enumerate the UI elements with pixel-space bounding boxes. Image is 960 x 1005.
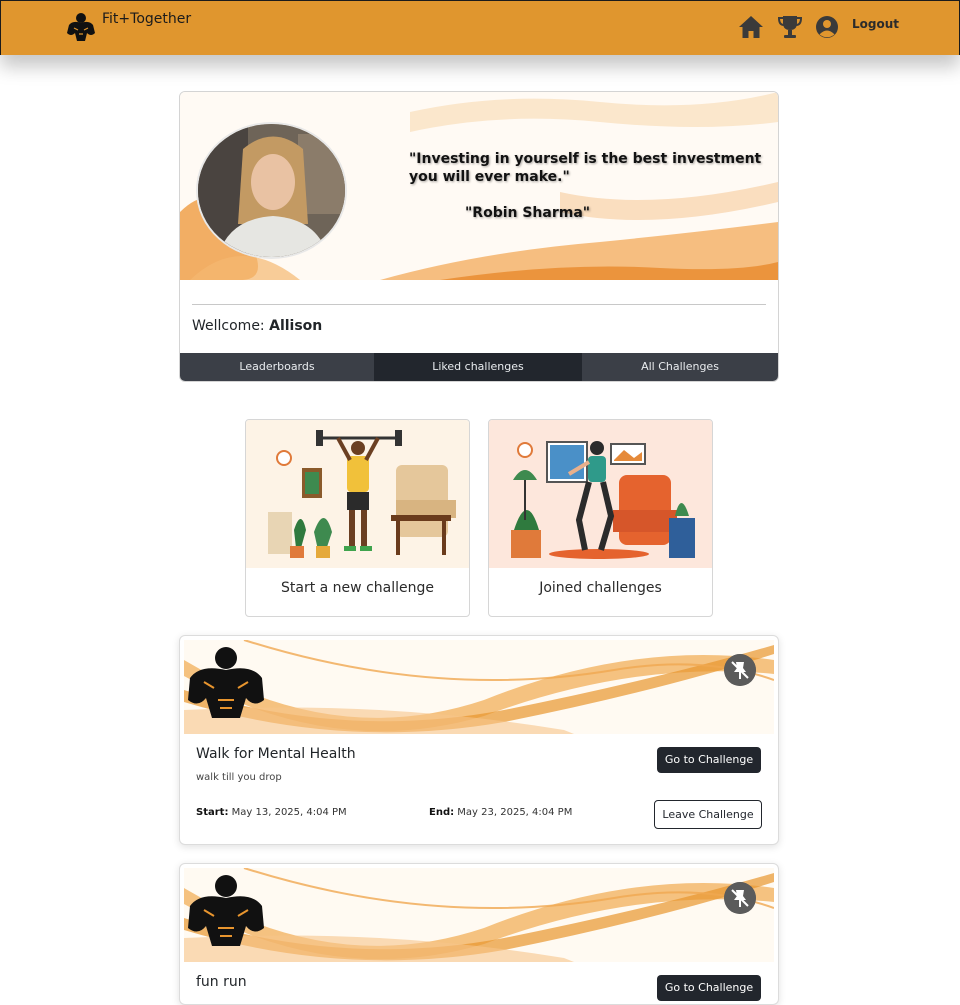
start-new-challenge-card[interactable]: Start a new challenge <box>245 419 470 617</box>
bodybuilder-icon <box>188 875 264 946</box>
welcome-message: Wellcome: Allison <box>192 318 322 334</box>
go-to-challenge-button[interactable]: Go to Challenge <box>657 747 761 773</box>
end-label: End: <box>429 807 455 818</box>
joined-challenges-label: Joined challenges <box>539 580 662 596</box>
tab-leaderboards[interactable]: Leaderboards <box>180 353 374 381</box>
joined-challenges-card[interactable]: Joined challenges <box>488 419 713 617</box>
challenge-description: walk till you drop <box>196 772 282 783</box>
start-label: Start: <box>196 807 229 818</box>
welcome-label: Wellcome: <box>192 318 265 334</box>
challenge-title: fun run <box>196 974 247 990</box>
challenge-end-date: End: May 23, 2025, 4:04 PM <box>429 807 572 818</box>
bodybuilder-logo-icon[interactable] <box>65 11 97 43</box>
leave-challenge-button[interactable]: Leave Challenge <box>654 800 762 829</box>
motivational-quote: "Investing in yourself is the best inves… <box>409 151 762 185</box>
challenge-banner <box>184 640 774 734</box>
person-photo-icon <box>198 124 345 257</box>
user-name: Allison <box>269 318 323 334</box>
logout-link[interactable]: Logout <box>852 17 899 31</box>
tab-liked-challenges[interactable]: Liked challenges <box>374 353 582 381</box>
challenge-start-date: Start: May 13, 2025, 4:04 PM <box>196 807 347 818</box>
bodybuilder-icon <box>188 647 264 718</box>
workout-at-home-illustration <box>489 420 712 568</box>
top-navbar: Fit+Together Logout <box>0 0 960 55</box>
brand-name[interactable]: Fit+Together <box>102 11 191 27</box>
start-new-challenge-label: Start a new challenge <box>281 580 434 596</box>
profile-avatar <box>196 122 347 259</box>
user-circle-icon[interactable] <box>813 13 841 41</box>
challenge-banner <box>184 868 774 962</box>
start-value: May 13, 2025, 4:04 PM <box>231 807 347 818</box>
unpin-icon[interactable] <box>724 882 756 914</box>
profile-tabs: Leaderboards Liked challenges All Challe… <box>180 353 778 381</box>
challenge-title: Walk for Mental Health <box>196 746 356 762</box>
quote-author: "Robin Sharma" <box>465 205 591 221</box>
tab-all-challenges[interactable]: All Challenges <box>582 353 778 381</box>
unpin-icon[interactable] <box>724 654 756 686</box>
trophy-icon[interactable] <box>776 13 804 41</box>
go-to-challenge-button[interactable]: Go to Challenge <box>657 975 761 1001</box>
challenge-card: fun run Go to Challenge <box>179 863 779 1005</box>
end-value: May 23, 2025, 4:04 PM <box>457 807 573 818</box>
divider <box>192 304 766 305</box>
home-icon[interactable] <box>737 13 765 41</box>
weightlifting-illustration <box>246 420 469 568</box>
profile-card: "Investing in yourself is the best inves… <box>179 91 779 382</box>
challenge-card: Walk for Mental Health walk till you dro… <box>179 635 779 845</box>
